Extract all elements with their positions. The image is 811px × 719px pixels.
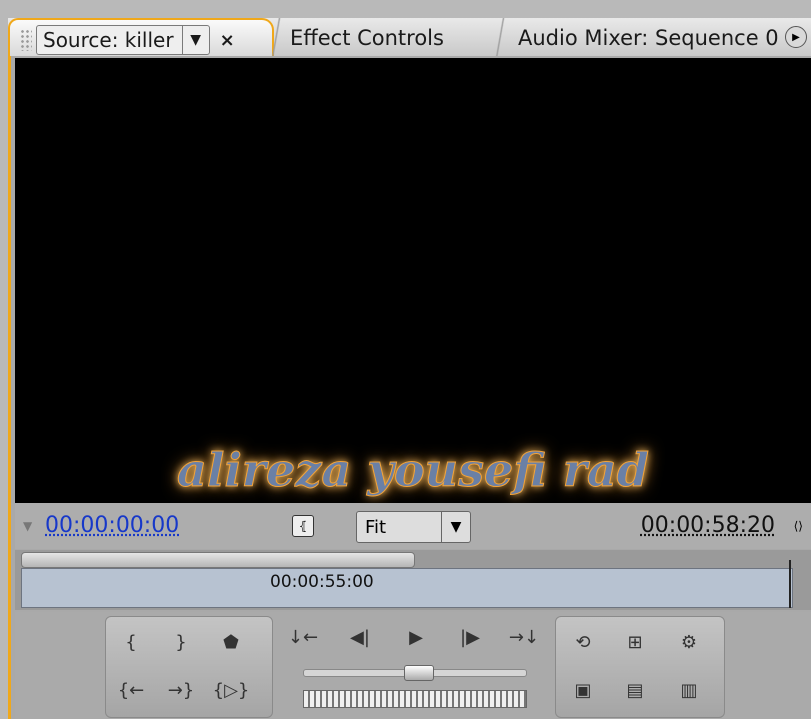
transport-controls: { } ⬟ {← →} {▷} ↓← ◀| ▶ |▶ →↓ ⟲ ⊞ ⚙ ▣ ▤ … (15, 612, 811, 719)
timeline-track[interactable] (21, 568, 793, 608)
expand-icon[interactable]: ⟨⟩ (794, 519, 803, 533)
current-timecode[interactable]: 00:00:00:00 (45, 513, 179, 538)
tab-source[interactable]: Source: killer ▼ × (8, 18, 274, 60)
tab-effect-controls[interactable]: Effect Controls (266, 18, 490, 58)
play-in-to-out-button[interactable]: {▷} (213, 675, 250, 705)
ruler-tick-label: 00:00:55:00 (270, 572, 374, 592)
mark-out-button[interactable]: } (166, 627, 196, 657)
close-icon[interactable]: × (220, 30, 235, 51)
panel-tab-bar: Source: killer ▼ × Effect Controls Audio… (8, 18, 811, 60)
shuttle-slider[interactable] (303, 665, 527, 681)
goto-in-button[interactable]: {← (116, 675, 146, 705)
safe-margins-button[interactable]: ⦃ (292, 515, 314, 537)
playhead[interactable] (789, 560, 791, 608)
zoom-select-value: Fit (365, 516, 387, 538)
output-button[interactable]: ⚙ (674, 627, 704, 657)
jog-wheel[interactable] (303, 690, 527, 708)
step-to-out-button[interactable]: →↓ (509, 622, 539, 652)
loop-button[interactable]: ⟲ (568, 627, 598, 657)
duration-timecode[interactable]: 00:00:58:20 (641, 513, 775, 538)
zoom-select[interactable]: Fit ▼ (356, 511, 471, 543)
triangle-icon: ▼ (23, 519, 33, 533)
panel-menu-icon[interactable]: ▶ (785, 26, 807, 48)
timecode-row: ▼ 00:00:00:00 ⦃ Fit ▼ 00:00:58:20 ⟨⟩ (15, 503, 811, 549)
overlay-button[interactable]: ▤ (620, 675, 650, 705)
video-preview: alireza yousefi rad (15, 58, 811, 503)
step-forward-button[interactable]: |▶ (455, 622, 485, 652)
chevron-down-icon[interactable]: ▼ (441, 512, 470, 542)
source-monitor-panel: Source: killer ▼ × Effect Controls Audio… (0, 0, 811, 719)
source-clip-label: Source: killer (43, 28, 174, 52)
safe-margins-toggle-button[interactable]: ⊞ (620, 627, 650, 657)
zoom-scroll-bar[interactable] (21, 552, 415, 568)
play-button[interactable]: ▶ (401, 622, 431, 652)
tab-effect-controls-label: Effect Controls (290, 26, 444, 50)
grip-icon[interactable] (20, 29, 32, 51)
insert-button[interactable]: ▣ (568, 675, 598, 705)
video-title-overlay: alireza yousefi rad (177, 443, 650, 498)
time-ruler[interactable]: 00:00:55:00 (15, 550, 811, 610)
set-marker-button[interactable]: ⬟ (216, 627, 246, 657)
goto-out-button[interactable]: →} (166, 675, 196, 705)
export-frame-button[interactable]: ▥ (674, 675, 704, 705)
mark-in-button[interactable]: { (116, 627, 146, 657)
output-buttons-group: ⟲ ⊞ ⚙ ▣ ▤ ▥ (555, 616, 725, 718)
source-clip-selector[interactable]: Source: killer ▼ (36, 25, 210, 55)
shuttle-knob[interactable] (404, 665, 434, 681)
tab-audio-mixer-label: Audio Mixer: Sequence 0 (518, 26, 779, 50)
marker-buttons-group: { } ⬟ {← →} {▷} (105, 616, 273, 718)
chevron-down-icon[interactable]: ▼ (181, 26, 209, 54)
step-back-to-in-button[interactable]: ↓← (288, 622, 318, 652)
tab-audio-mixer[interactable]: Audio Mixer: Sequence 0 (490, 18, 808, 58)
step-back-button[interactable]: ◀| (345, 622, 375, 652)
